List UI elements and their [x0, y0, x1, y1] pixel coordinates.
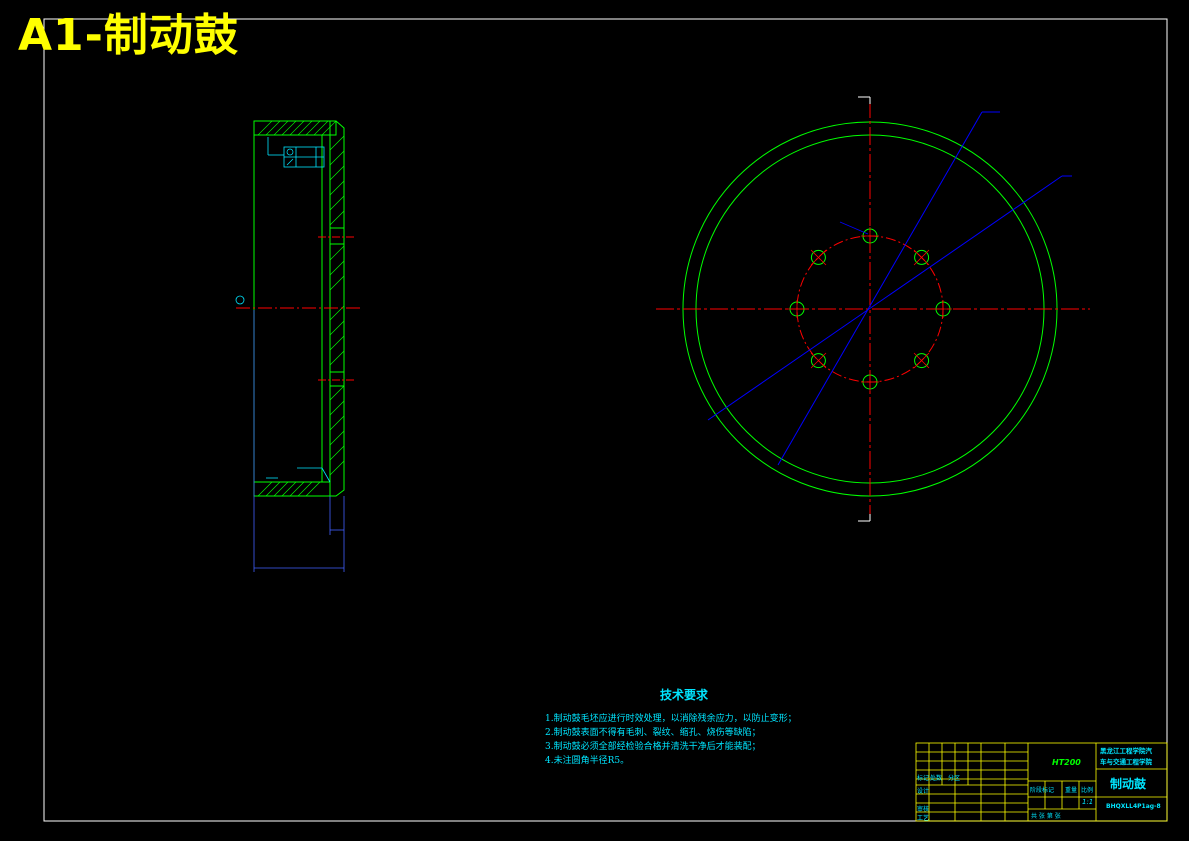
stage-mark-label: 阶段标记 — [1030, 787, 1055, 794]
scale-value: 1:1 — [1082, 798, 1094, 806]
mark-label: 标记 — [917, 775, 930, 782]
front-view — [656, 96, 1090, 522]
drawing-frame — [43, 18, 1168, 822]
weight-label: 重量 — [1065, 787, 1078, 794]
ratio-label: 比例 — [1081, 787, 1094, 794]
design-label: 设计 — [917, 788, 930, 795]
tech-requirements-heading: 技术要求 — [660, 688, 709, 702]
zone-label: 分区 — [948, 775, 961, 782]
drawing-code: BHQXLL4P1ag-8 — [1106, 803, 1161, 810]
tech-requirement-1: 1.制动鼓毛坯应进行时效处理，以消除残余应力，以防止变形； — [545, 714, 797, 724]
datum-symbol — [235, 295, 245, 305]
part-name: 制动鼓 — [1110, 777, 1147, 791]
diameter-leader-2 — [707, 175, 1063, 421]
review-label: 审核 — [917, 806, 930, 813]
material-label: HT200 — [1052, 758, 1081, 767]
tech-requirement-3: 3.制动鼓必须全部经检验合格并清洗干净后才能装配； — [545, 742, 761, 752]
section-bolt-hole-top — [329, 227, 345, 245]
diameter-leader-1 — [777, 111, 983, 466]
drawing-title: A1-制动鼓 — [18, 10, 239, 61]
tech-requirement-4: 4.未注圆角半径R5。 — [545, 756, 630, 766]
section-bolt-hole-bottom — [329, 371, 345, 387]
school-line-1: 黑龙江工程学院汽 — [1100, 747, 1152, 755]
sheet-info: 共 张 第 张 — [1031, 813, 1061, 820]
count-label: 处数 — [930, 775, 943, 782]
tech-requirement-2: 2.制动鼓表面不得有毛刺、裂纹、缩孔、烧伤等缺陷； — [545, 728, 761, 738]
process-label: 工艺 — [917, 815, 930, 822]
section-view — [235, 120, 362, 572]
school-line-2: 车与交通工程学院 — [1100, 758, 1152, 766]
